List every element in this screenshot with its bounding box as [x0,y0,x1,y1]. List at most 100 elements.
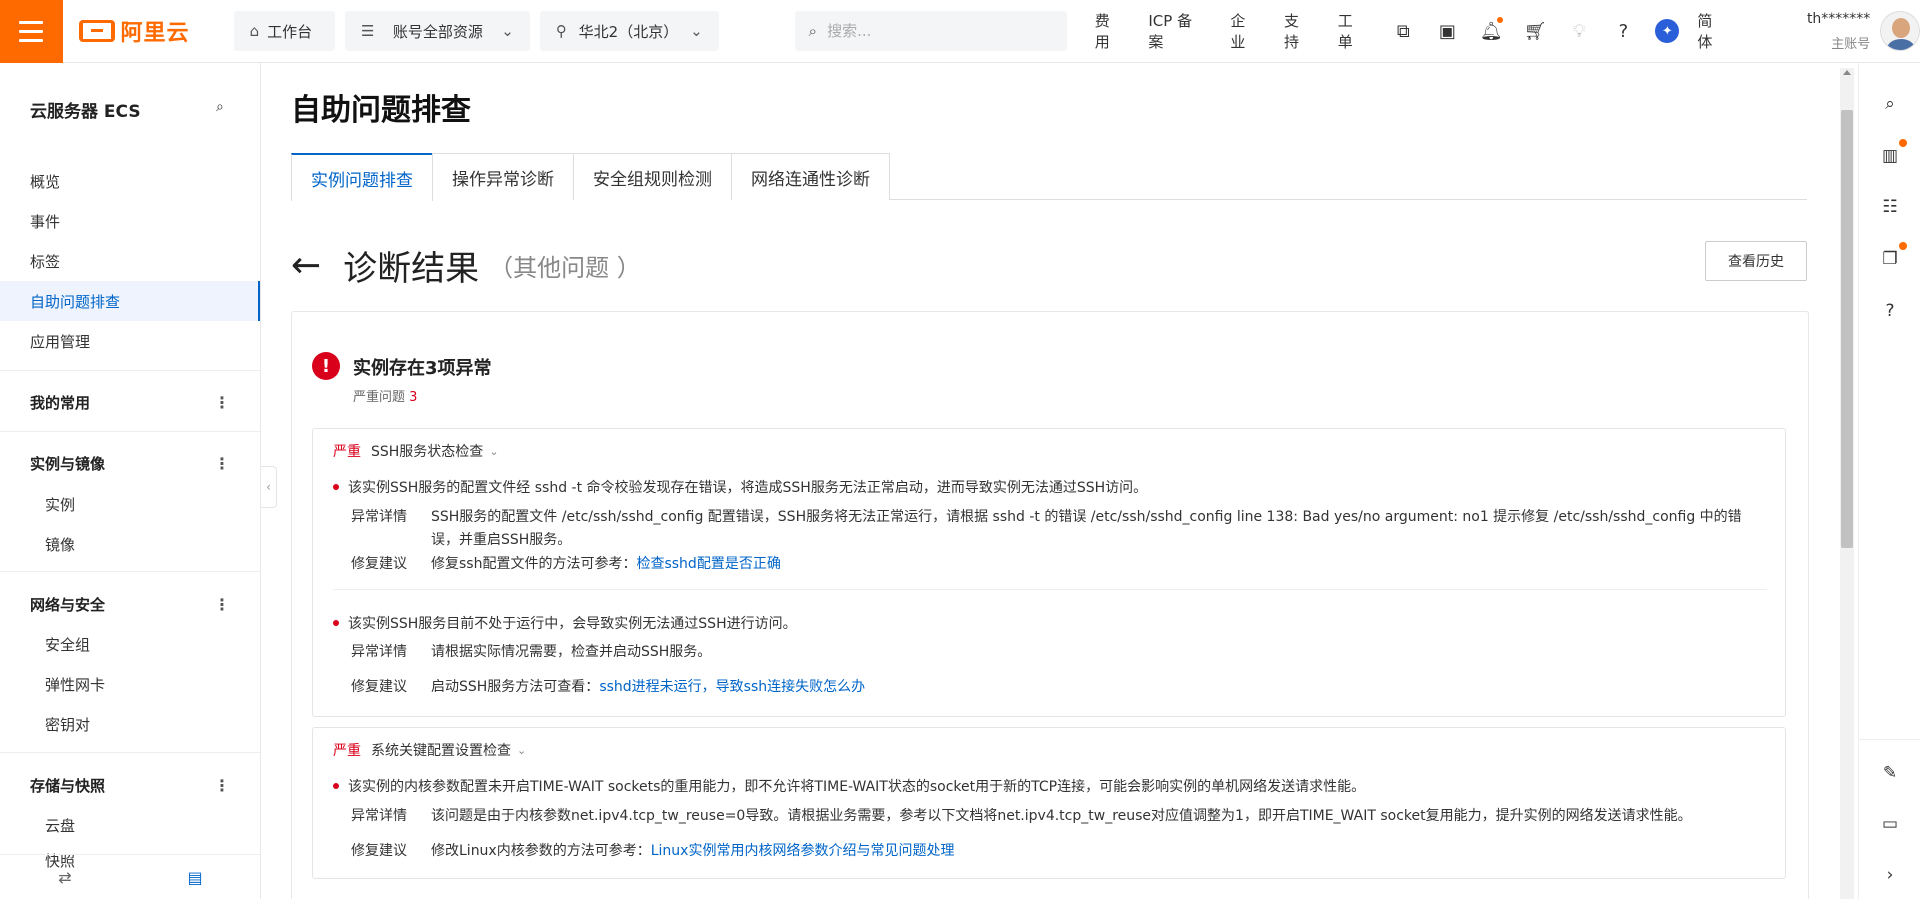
search-icon[interactable]: ⌕ [1877,91,1903,117]
tab-instance-troubleshoot[interactable]: 实例问题排查 [291,153,433,201]
book-icon[interactable]: ▥ [1877,139,1907,169]
group-label: 实例与镜像 [30,454,106,473]
top-navigation-bar: 阿里云 ⌂ 工作台 ☰ 账号全部资源 ⌄ ⚲ 华北2（北京） ⌄ ⌕ 费用 IC… [0,0,1920,63]
chevron-down-icon: ⌄ [690,22,703,40]
tab-operation-diagnosis[interactable]: 操作异常诊断 [432,153,574,200]
global-search-input[interactable] [827,22,1028,40]
sidebar-item-troubleshoot[interactable]: 自助问题排查 [0,281,260,321]
tab-bar: 实例问题排查 操作异常诊断 安全组规则检测 网络连通性诊断 [291,153,1807,201]
checklist-icon[interactable]: ☷ [1877,194,1903,220]
sidebar-item-app-management[interactable]: 应用管理 [0,321,260,361]
sidebar-search-icon[interactable]: ⌕ [216,99,224,115]
group-label: 存储与快照 [30,776,106,795]
edit-icon[interactable]: ✎ [1877,760,1903,786]
hamburger-menu-button[interactable] [0,0,63,63]
location-pin-icon: ⚲ [555,22,567,40]
scrollbar-thumb[interactable] [1841,110,1853,548]
link-support[interactable]: 支持 [1284,10,1314,52]
switch-icon[interactable]: ⇄ [0,868,130,887]
sidebar-group-storage[interactable]: 存储与快照 ⋮ [0,765,260,805]
link-ticket[interactable]: 工单 [1338,10,1368,52]
help-icon[interactable]: ? [1611,19,1635,43]
fix-text: 启动SSH服务方法可查看： [431,679,600,695]
fix-text: 修改Linux内核参数的方法可参考： [431,843,651,859]
link-billing[interactable]: 费用 [1095,10,1125,52]
tab-security-group-check[interactable]: 安全组规则检测 [573,153,732,200]
scroll-up-arrow-icon[interactable] [1843,70,1851,75]
resources-dropdown[interactable]: ☰ 账号全部资源 ⌄ [345,11,530,51]
app-icon[interactable]: ⧉ [1391,19,1415,43]
terminal-icon[interactable]: ▣ [1435,19,1459,43]
sidebar-divider [0,370,260,371]
language-switch[interactable]: 简体 [1697,10,1727,52]
sidebar-item-eni[interactable]: 弹性网卡 [0,664,260,704]
sidebar-item-disks[interactable]: 云盘 [0,805,260,845]
sidebar-item-overview[interactable]: 概览 [0,161,260,201]
rail-divider [1859,739,1920,740]
documents-icon[interactable]: ❐ [1877,242,1907,272]
issue-header[interactable]: 严重 系统关键配置设置检查 ⌄ [333,740,526,760]
link-enterprise[interactable]: 企业 [1230,10,1260,52]
chat-icon[interactable]: ▭ [1877,811,1903,837]
fix-row: 修复建议 修复ssh配置文件的方法可参考：检查sshd配置是否正确 [351,553,1761,576]
sidebar-group-network[interactable]: 网络与安全 ⋮ [0,584,260,624]
fix-row: 修复建议 启动SSH服务方法可查看：sshd进程未运行，导致ssh连接失败怎么办 [351,676,1761,699]
summary-title: 实例存在3项异常 [353,358,492,379]
top-icons: ⧉ ▣ 🔔︎ 🛒︎ 💡︎ ? ✦ [1391,17,1680,43]
detail-label: 异常详情 [351,644,407,660]
more-vertical-icon[interactable]: ⋮ [214,776,230,795]
workbench-button[interactable]: ⌂ 工作台 [233,11,336,51]
result-header: ← 诊断结果 （其他问题 ） [291,241,641,290]
help-icon[interactable]: ? [1877,298,1903,324]
sidebar-divider [0,431,260,432]
severity-badge: 严重 [333,743,361,759]
detail-text: 该问题是由于内核参数net.ipv4.tcp_tw_reuse=0导致。请根据业… [431,808,1692,824]
fix-label: 修复建议 [351,679,407,695]
link-icp[interactable]: ICP 备案 [1148,10,1206,52]
account-info[interactable]: th******* 主账号 [1767,11,1870,52]
bell-icon[interactable]: 🔔︎ [1479,17,1504,43]
region-dropdown[interactable]: ⚲ 华北2（北京） ⌄ [539,11,719,51]
sidebar-item-security-groups[interactable]: 安全组 [0,624,260,664]
aliyun-logo[interactable]: 阿里云 [78,15,198,47]
cart-icon[interactable]: 🛒︎ [1523,19,1547,43]
menu-list-icon[interactable]: ▤ [130,868,260,887]
severity-badge: 严重 [333,444,361,460]
issue-header[interactable]: 严重 SSH服务状态检查 ⌄ [333,441,499,461]
issue-name: SSH服务状态检查 [371,444,484,460]
page-title: 自助问题排查 [291,93,471,128]
logo-text: 阿里云 [120,21,190,46]
tab-network-connectivity[interactable]: 网络连通性诊断 [731,153,890,200]
sidebar-item-events[interactable]: 事件 [0,201,260,241]
sidebar-group-favorites[interactable]: 我的常用 ⋮ [0,382,260,422]
resources-label: 账号全部资源 [392,22,483,41]
detail-label: 异常详情 [351,808,407,824]
region-label: 华北2（北京） [578,22,679,41]
ai-assistant-icon[interactable]: ✦ [1655,19,1680,43]
more-vertical-icon[interactable]: ⋮ [214,454,230,473]
view-history-button[interactable]: 查看历史 [1705,241,1807,281]
sidebar-divider [0,571,260,572]
avatar[interactable] [1880,11,1920,51]
more-vertical-icon[interactable]: ⋮ [214,595,230,614]
notification-dot [1497,17,1504,23]
lightbulb-icon[interactable]: 💡︎ [1567,19,1591,43]
summary: ! 实例存在3项异常 严重问题 3 [312,352,492,405]
fix-link[interactable]: Linux实例常用内核网络参数介绍与常见问题处理 [651,843,955,859]
chevron-down-icon: ⌄ [501,22,514,40]
chevron-right-icon[interactable]: › [1877,862,1903,888]
sidebar-item-instances[interactable]: 实例 [0,484,260,524]
home-icon: ⌂ [249,22,260,40]
global-search[interactable]: ⌕ [794,11,1067,51]
sidebar-item-tags[interactable]: 标签 [0,241,260,281]
account-type: 主账号 [1831,36,1871,52]
detail-row: 异常详情 请根据实际情况需要，检查并启动SSH服务。 [351,641,1761,664]
sidebar-footer: ⇄ ▤ [0,854,260,899]
sidebar-group-instances[interactable]: 实例与镜像 ⋮ [0,443,260,483]
back-arrow-icon[interactable]: ← [291,247,321,284]
fix-link[interactable]: sshd进程未运行，导致ssh连接失败怎么办 [599,679,865,695]
sidebar-item-key-pairs[interactable]: 密钥对 [0,704,260,744]
sidebar-item-images[interactable]: 镜像 [0,524,260,564]
fix-link[interactable]: 检查sshd配置是否正确 [636,556,780,572]
more-vertical-icon[interactable]: ⋮ [214,393,230,412]
